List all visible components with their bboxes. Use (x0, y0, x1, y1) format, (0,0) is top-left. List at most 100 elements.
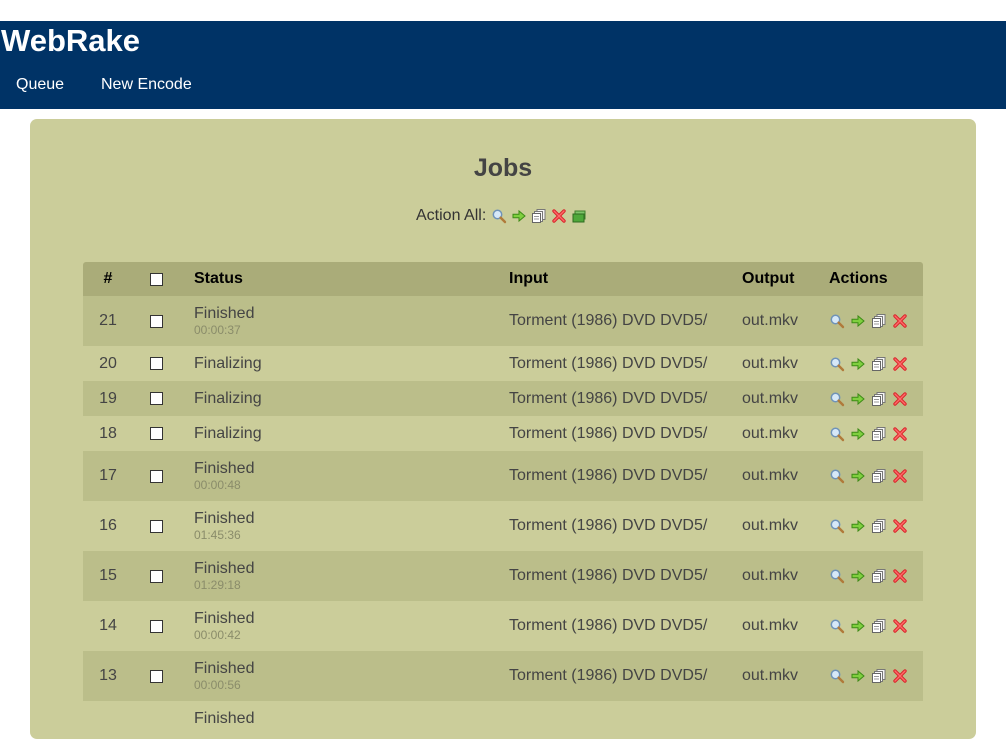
job-output: out.mkv (742, 354, 799, 372)
red-x-icon[interactable] (892, 313, 908, 329)
green-arrow-icon[interactable] (850, 668, 866, 684)
document-stack-icon[interactable] (871, 313, 887, 329)
job-id: 15 (99, 567, 117, 584)
row-actions (829, 501, 913, 551)
row-checkbox[interactable] (149, 357, 163, 370)
magnifier-icon[interactable] (829, 518, 845, 534)
magnifier-icon[interactable] (829, 668, 845, 684)
red-x-icon[interactable] (551, 208, 567, 224)
magnifier-icon[interactable] (829, 356, 845, 372)
green-arrow-icon[interactable] (850, 391, 866, 407)
magnifier-icon[interactable] (829, 313, 845, 329)
row-checkbox-cell (145, 296, 167, 346)
green-arrow-icon[interactable] (850, 618, 866, 634)
table-row: 21 Finished 00:00:37 Torment (1986) DVD DVD… (83, 296, 923, 346)
red-x-icon[interactable] (892, 426, 908, 442)
green-arrow-icon[interactable] (850, 568, 866, 584)
row-checkbox[interactable] (149, 392, 163, 405)
job-status: Finalizing (194, 354, 262, 372)
job-status: Finished (194, 709, 255, 727)
document-stack-icon[interactable] (871, 356, 887, 372)
job-output: out.mkv (742, 617, 799, 634)
job-id (83, 701, 133, 736)
row-checkbox[interactable] (149, 314, 163, 328)
document-stack-icon[interactable] (871, 391, 887, 407)
app-title: WebRake (1, 23, 140, 58)
document-stack-icon[interactable] (871, 568, 887, 584)
table-row: 18 Finalizing Torment (1986) DVD DVD5/out.… (83, 416, 923, 451)
red-x-icon[interactable] (892, 668, 908, 684)
red-x-icon[interactable] (892, 391, 908, 407)
job-status: Finished (194, 560, 255, 577)
job-elapsed-time: 00:00:37 (194, 323, 241, 337)
row-checkbox[interactable] (149, 469, 163, 483)
row-checkbox[interactable] (149, 519, 163, 533)
status-cell: Finished 00:00:56 (194, 651, 254, 701)
red-x-icon[interactable] (892, 468, 908, 484)
document-stack-icon[interactable] (871, 668, 887, 684)
row-actions (829, 381, 913, 416)
green-arrow-icon[interactable] (850, 356, 866, 372)
job-status: Finalizing (194, 424, 262, 442)
magnifier-icon[interactable] (491, 208, 507, 224)
column-header-status: Status (194, 270, 243, 287)
job-elapsed-time: 00:00:56 (194, 678, 241, 692)
nav-item-new-encode[interactable]: New Encode (101, 75, 192, 95)
red-x-icon[interactable] (892, 356, 908, 372)
row-checkbox[interactable] (149, 669, 163, 683)
table-row: 16 Finished 01:45:36 Torment (1986) DVD DVD… (83, 501, 923, 551)
job-input: Torment (1986) DVD DVD5/ (509, 467, 708, 484)
table-row: Finished (83, 701, 923, 736)
nav-item-queue[interactable]: Queue (16, 75, 64, 95)
row-checkbox[interactable] (149, 619, 163, 633)
select-all-checkbox-cell (145, 262, 167, 296)
job-status: Finished (194, 460, 255, 477)
row-actions (829, 451, 913, 501)
document-stack-icon[interactable] (871, 426, 887, 442)
green-arrow-icon[interactable] (850, 468, 866, 484)
select-all-checkbox[interactable] (149, 272, 163, 286)
row-checkbox-cell (145, 501, 167, 551)
document-stack-icon[interactable] (871, 468, 887, 484)
red-x-icon[interactable] (892, 618, 908, 634)
row-checkbox[interactable] (149, 569, 163, 583)
job-input: Torment (1986) DVD DVD5/ (509, 517, 708, 534)
magnifier-icon[interactable] (829, 568, 845, 584)
magnifier-icon[interactable] (829, 426, 845, 442)
job-id: 13 (99, 667, 117, 684)
job-input: Torment (1986) DVD DVD5/ (509, 567, 708, 584)
status-cell: Finished (194, 701, 254, 736)
document-stack-icon[interactable] (871, 518, 887, 534)
green-arrow-icon[interactable] (850, 518, 866, 534)
job-output: out.mkv (742, 312, 799, 329)
job-id: 18 (99, 424, 117, 442)
magnifier-icon[interactable] (829, 468, 845, 484)
magnifier-icon[interactable] (829, 391, 845, 407)
green-arrow-icon[interactable] (850, 426, 866, 442)
column-header-output: Output (742, 270, 795, 287)
job-elapsed-time: 00:00:48 (194, 478, 241, 492)
table-row: 20 Finalizing Torment (1986) DVD DVD5/out.… (83, 346, 923, 381)
jobs-panel: Jobs Action All: # Status Input Output A… (30, 119, 976, 739)
top-header: WebRake Queue New Encode (0, 21, 1006, 109)
red-x-icon[interactable] (892, 568, 908, 584)
job-status: Finalizing (194, 389, 262, 407)
job-id: 21 (99, 312, 117, 329)
row-checkbox[interactable] (149, 427, 163, 440)
green-arrow-icon[interactable] (511, 208, 527, 224)
document-stack-icon[interactable] (871, 618, 887, 634)
status-cell: Finished 00:00:48 (194, 451, 254, 501)
row-actions (829, 651, 913, 701)
job-input: Torment (1986) DVD DVD5/ (509, 424, 708, 442)
magnifier-icon[interactable] (829, 618, 845, 634)
job-elapsed-time: 01:45:36 (194, 528, 241, 542)
red-x-icon[interactable] (892, 518, 908, 534)
green-arrow-icon[interactable] (850, 313, 866, 329)
green-stack-icon[interactable] (571, 208, 587, 224)
page-title: Jobs (473, 154, 533, 182)
job-input: Torment (1986) DVD DVD5/ (509, 312, 708, 329)
table-row: 17 Finished 00:00:48 Torment (1986) DVD DVD… (83, 451, 923, 501)
document-stack-icon[interactable] (531, 208, 547, 224)
row-actions (829, 296, 913, 346)
row-actions (829, 601, 913, 651)
